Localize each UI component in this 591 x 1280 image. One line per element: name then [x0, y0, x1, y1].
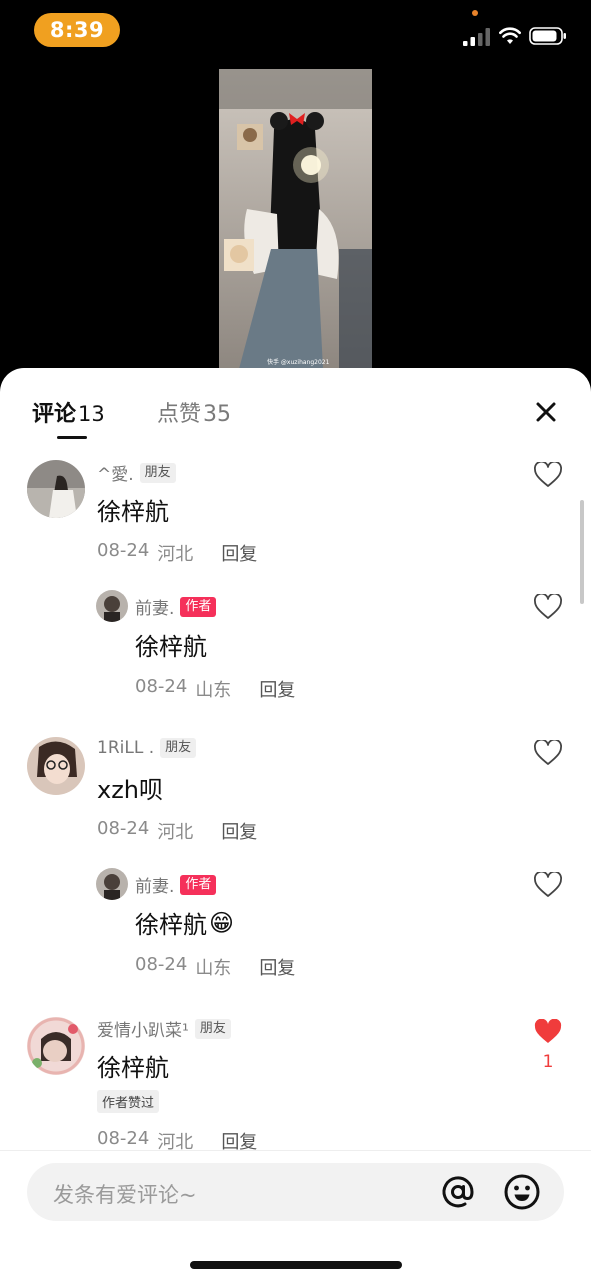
grin-emoji-icon: 😁 — [209, 908, 235, 937]
reply-item: 前妻. 作者 徐梓航 08-24 山东 回复 — [0, 590, 591, 702]
tab-comments-count: 13 — [78, 402, 105, 426]
comment-text-content: 徐梓航 — [135, 911, 207, 939]
comment-location: 河北 — [157, 822, 194, 843]
author-liked-badge: 作者赞过 — [97, 1090, 160, 1113]
at-mention-icon[interactable] — [439, 1173, 477, 1211]
comment-input-bar: 发条有爱评论~ — [0, 1150, 591, 1280]
friend-tag: 朋友 — [160, 738, 197, 758]
reply-button[interactable]: 回复 — [259, 954, 295, 980]
comment-item: ^愛. 朋友 徐梓航 08-24 河北 回复 — [0, 458, 591, 568]
comment-item: 爱情小趴菜¹ 朋友 徐梓航 作者赞过 08-24 河北 回复 1 — [0, 1014, 591, 1154]
heart-filled-icon[interactable] — [534, 1019, 562, 1045]
username[interactable]: 1RiLL . — [97, 738, 154, 758]
comment-location: 河北 — [157, 544, 194, 565]
status-time: 8:39 — [34, 13, 120, 47]
friend-tag: 朋友 — [139, 462, 176, 483]
heart-icon[interactable] — [534, 872, 562, 898]
avatar[interactable] — [27, 460, 85, 518]
username[interactable]: ^愛. — [97, 460, 134, 485]
comment-input[interactable]: 发条有爱评论~ — [27, 1163, 564, 1221]
comment-date: 08-24 — [135, 676, 188, 697]
comment-header: ^愛. 朋友 — [97, 460, 176, 485]
comment-text[interactable]: 徐梓航 — [97, 492, 169, 527]
avatar[interactable] — [96, 868, 128, 900]
author-tag: 作者 — [180, 874, 217, 895]
comment-text[interactable]: 徐梓航 — [97, 1048, 169, 1083]
comment-meta: 08-24 河北 回复 — [97, 818, 257, 844]
tab-comments[interactable]: 评论 13 — [32, 396, 105, 428]
battery-icon — [529, 27, 566, 45]
comment-location: 山东 — [195, 958, 232, 979]
privacy-indicator-dot — [472, 10, 478, 16]
video-watermark: 快手 @xuzihang2021 — [267, 358, 330, 366]
comment-date: 08-24 — [97, 540, 150, 561]
username[interactable]: 爱情小趴菜¹ — [97, 1016, 189, 1041]
avatar[interactable] — [27, 737, 85, 795]
username[interactable]: 前妻. — [135, 872, 174, 897]
avatar[interactable] — [27, 1017, 85, 1075]
comment-date: 08-24 — [135, 954, 188, 975]
home-indicator[interactable] — [190, 1261, 402, 1269]
heart-icon[interactable] — [534, 462, 562, 488]
comment-header: 前妻. 作者 — [135, 872, 217, 897]
close-icon[interactable] — [534, 400, 558, 424]
comments-sheet: 评论 13 点赞 35 ^愛. 朋友 徐梓航 08-24 河北 回复 前妻. 作… — [0, 368, 591, 1280]
author-tag: 作者 — [180, 596, 217, 617]
comment-header: 爱情小趴菜¹ 朋友 — [97, 1016, 231, 1041]
tab-comments-label: 评论 — [32, 402, 77, 427]
sheet-tabs: 评论 13 点赞 35 — [0, 368, 591, 448]
reply-button[interactable]: 回复 — [221, 818, 257, 844]
wifi-icon — [499, 27, 521, 44]
reply-item: 前妻. 作者 徐梓航 😁 08-24 山东 回复 — [0, 868, 591, 980]
comment-meta: 08-24 河北 回复 — [97, 540, 257, 566]
video-thumbnail[interactable]: 快手 @xuzihang2021 — [219, 69, 372, 369]
heart-icon[interactable] — [534, 594, 562, 620]
reply-button[interactable]: 回复 — [259, 676, 295, 702]
avatar[interactable] — [96, 590, 128, 622]
status-bar: 8:39 — [0, 0, 591, 62]
comment-meta: 08-24 山东 回复 — [135, 676, 295, 702]
comment-text[interactable]: 徐梓航 😁 — [135, 905, 234, 940]
comment-input-placeholder: 发条有爱评论~ — [53, 1183, 197, 1207]
tab-likes[interactable]: 点赞 35 — [157, 396, 231, 428]
comment-location: 山东 — [195, 680, 232, 701]
emoji-icon[interactable] — [503, 1173, 541, 1211]
tab-likes-label: 点赞 — [157, 402, 202, 427]
friend-tag: 朋友 — [194, 1018, 231, 1039]
cellular-signal-icon — [463, 28, 490, 46]
tab-likes-count: 35 — [203, 402, 232, 427]
comment-meta: 08-24 山东 回复 — [135, 954, 295, 980]
comment-text[interactable]: 徐梓航 — [135, 627, 207, 662]
comment-item: 1RiLL . 朋友 xzh呗 08-24 河北 回复 — [0, 736, 591, 846]
like-count: 1 — [542, 1052, 554, 1072]
username[interactable]: 前妻. — [135, 594, 174, 619]
comment-header: 1RiLL . 朋友 — [97, 738, 197, 758]
comment-header: 前妻. 作者 — [135, 594, 217, 619]
comment-text[interactable]: xzh呗 — [97, 770, 163, 805]
active-tab-indicator — [57, 436, 87, 439]
comment-date: 08-24 — [97, 818, 150, 839]
reply-button[interactable]: 回复 — [221, 540, 257, 566]
heart-icon[interactable] — [534, 740, 562, 766]
